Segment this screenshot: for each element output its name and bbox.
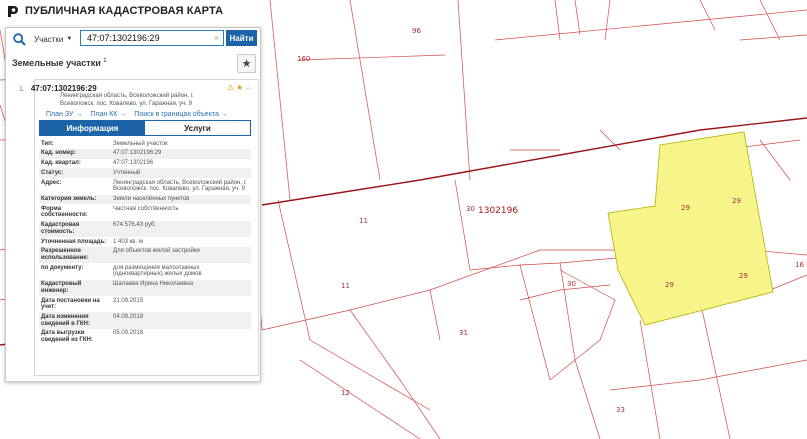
plan-zu-link[interactable]: План ЗУ → — [46, 111, 82, 118]
search-panel: Участки ▼ 47:07:1302196:29 × Найти Земел… — [5, 27, 261, 382]
info-row-value: 05.09.2018 — [113, 330, 144, 337]
quarter-number-label: 1302196 — [478, 206, 519, 216]
search-input-value: 47:07:1302196:29 — [87, 33, 160, 43]
card-tabs: Информация Услуги — [39, 120, 251, 136]
card-links: План ЗУ → План КК → Поиск в границах объ… — [35, 111, 258, 118]
info-row: Разрешенное использование: Для объектов ж… — [39, 246, 251, 264]
info-row-value: 21.09.2015 — [113, 297, 144, 304]
info-row-key: Категория земель: — [41, 196, 97, 203]
info-row: Форма собственности: Частная собственност… — [39, 204, 251, 220]
info-row-link[interactable]: 47:07:1302196 — [111, 159, 251, 169]
map-label: 11 — [359, 217, 368, 225]
info-row-key: Тип: — [41, 140, 54, 147]
map-label: 29 — [665, 281, 674, 289]
info-row-key: Дата выгрузки сведений из ГКН: — [41, 330, 93, 343]
map-label: 30 — [567, 280, 576, 288]
search-in-bounds-link[interactable]: Поиск в границах объекта → — [134, 111, 228, 118]
map-label: 96 — [412, 27, 421, 35]
map-label: 29 — [739, 272, 748, 280]
info-row: Кад. номер: 47:07:1302196:29 — [39, 148, 251, 159]
info-row-value: для размещения малоэтажных (одноквартирн… — [113, 264, 202, 278]
section-count: 1 — [103, 58, 107, 64]
star-icon[interactable]: ★ — [236, 83, 243, 92]
tab-services[interactable]: Услуги — [145, 121, 250, 135]
info-row: Дата постановки на учет: 21.09.2015 — [39, 296, 251, 312]
result-card: 1. 47:07:1302196:29 ⚠ ★ ︿ Ленинградская о… — [19, 79, 259, 376]
collapse-icon[interactable]: ︿ — [245, 82, 252, 92]
info-table: Тип: Земельный участок Кад. номер: 47:07:13… — [39, 139, 251, 345]
info-row-value: Учтенный — [113, 169, 141, 176]
card-index: 1. — [19, 86, 25, 93]
info-row-key: Кадастровый инженер: — [41, 281, 82, 294]
map-label: 12 — [341, 389, 350, 397]
info-row-key: Статус: — [41, 169, 64, 176]
info-row: Кадастровый инженер: Шалаева Ирина Никола… — [39, 279, 251, 296]
map-label: 33 — [616, 406, 625, 414]
card-title[interactable]: 1. 47:07:1302196:29 — [19, 84, 97, 93]
info-row-key: по документу: — [41, 264, 84, 271]
map-label: 29 — [732, 197, 741, 205]
info-row: Адрес: Ленинградская область, Всеволожски… — [39, 178, 251, 194]
section-title-text: Земельные участки — [12, 58, 101, 68]
clear-icon[interactable]: × — [214, 31, 219, 45]
info-row: Тип: Земельный участок — [39, 139, 251, 149]
search-icon[interactable] — [9, 30, 29, 48]
warning-icon[interactable]: ⚠ — [227, 83, 234, 92]
find-button[interactable]: Найти — [226, 30, 257, 46]
info-row: Уточненная площадь: 1 403 кв. м — [39, 237, 251, 247]
map-label: 160 — [297, 55, 311, 63]
info-row: Статус: Учтенный — [39, 168, 251, 179]
info-row-key: Адрес: — [41, 179, 62, 186]
favorites-button[interactable]: ★ — [237, 54, 256, 73]
map-label: 11 — [341, 282, 350, 290]
info-row-key: Форма собственности: — [41, 205, 88, 219]
top-bar: ПУБЛИЧНАЯ КАДАСТРОВАЯ КАРТА — [0, 0, 223, 22]
map-label: 30 — [466, 205, 475, 213]
search-input[interactable]: 47:07:1302196:29 × — [80, 30, 224, 46]
info-row-key: Разрешенное использование: — [41, 248, 89, 261]
info-row-key: Уточненная площадь: — [41, 238, 107, 245]
info-row-value: Земельный участок — [113, 140, 168, 147]
info-row-value: Шалаева Ирина Николаевна — [113, 281, 194, 288]
info-row: Дата изменения сведений в ГКН: 04.09.2018 — [39, 312, 251, 329]
info-row: Кадастровая стоимость: 674 576,43 руб. — [39, 220, 251, 238]
info-row-value: Частная собственность — [113, 205, 179, 212]
card-address: Ленинградская область, Всеволожский райо… — [60, 93, 194, 107]
info-row-key: Кад. квартал: — [41, 160, 81, 167]
info-row-link[interactable]: 47:07:1302196:29 — [111, 149, 251, 159]
info-row-value: Ленинградская область, Всеволожский райо… — [113, 179, 247, 193]
search-row: Участки ▼ 47:07:1302196:29 × Найти — [6, 28, 260, 50]
search-type-select[interactable]: Участки ▼ — [34, 31, 78, 47]
map-label: 16 — [795, 261, 804, 269]
info-row-key: Дата изменения сведений в ГКН: — [41, 313, 90, 327]
map-label: 31 — [459, 329, 468, 337]
info-row-value: 04.09.2018 — [113, 313, 144, 320]
info-row-value: Земли населённых пунктов — [113, 196, 190, 203]
card-title-text: 47:07:1302196:29 — [30, 84, 97, 93]
info-row: по документу: для размещения малоэтажных … — [39, 263, 251, 279]
search-type-label: Участки — [34, 34, 64, 44]
card-icons: ⚠ ★ ︿ — [227, 82, 252, 92]
star-icon: ★ — [241, 58, 252, 70]
info-row: Дата выгрузки сведений из ГКН: 05.09.2018 — [39, 329, 251, 345]
section-title: Земельные участки 1 — [12, 58, 107, 68]
logo-icon — [8, 6, 18, 17]
section-header: Земельные участки 1 — [6, 53, 260, 75]
plan-kk-link[interactable]: План КК → — [90, 111, 126, 118]
tab-info[interactable]: Информация — [40, 121, 145, 135]
info-row-value: 1 403 кв. м — [113, 238, 143, 245]
info-row: Категория земель: Земли населённых пункто… — [39, 194, 251, 205]
info-row-value: Для объектов жилой застройки — [113, 248, 200, 255]
map-label: 29 — [681, 204, 690, 212]
selected-parcel — [607, 131, 774, 326]
info-row-key: Кад. номер: — [41, 150, 76, 157]
info-row-key: Кадастровая стоимость: — [41, 222, 80, 235]
info-row-key: Дата постановки на учет: — [41, 297, 100, 311]
info-row-value: 674 576,43 руб. — [113, 222, 157, 229]
chevron-down-icon: ▼ — [66, 36, 73, 42]
app-title: ПУБЛИЧНАЯ КАДАСТРОВАЯ КАРТА — [25, 5, 224, 17]
info-row: Кад. квартал: 47:07:1302196 — [39, 159, 251, 169]
